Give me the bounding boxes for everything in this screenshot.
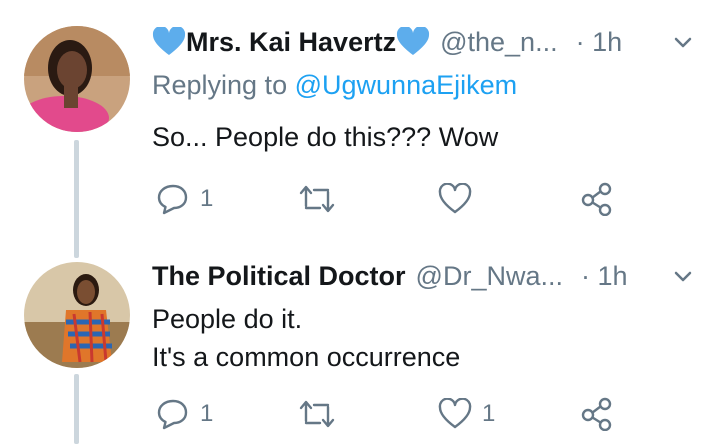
user-handle[interactable]: @Dr_Nwa... bbox=[416, 261, 563, 292]
timestamp[interactable]: · 1h bbox=[581, 261, 628, 292]
like-count: 1 bbox=[482, 400, 496, 427]
tweet-actions: 1 bbox=[152, 179, 622, 219]
share-button[interactable] bbox=[580, 179, 614, 219]
heart-icon bbox=[438, 398, 472, 429]
chevron-down-icon[interactable] bbox=[672, 266, 694, 293]
thread-line bbox=[74, 374, 79, 444]
display-name[interactable]: Mrs. Kai Havertz bbox=[152, 27, 430, 58]
blue-heart-icon bbox=[152, 27, 186, 55]
timestamp[interactable]: · 1h bbox=[576, 27, 623, 58]
tweet-header: Mrs. Kai Havertz @the_n... · 1h bbox=[152, 22, 700, 62]
reply-icon bbox=[157, 184, 188, 215]
replying-to: Replying to @UgwunnaEjikem bbox=[152, 70, 517, 101]
display-name-text: Mrs. Kai Havertz bbox=[186, 26, 397, 57]
thread-line bbox=[74, 140, 79, 258]
tweet-text: People do it. It's a common occurrence bbox=[152, 300, 460, 376]
reply-button[interactable]: 1 bbox=[156, 179, 213, 219]
tweet-header: The Political Doctor @Dr_Nwa... · 1h bbox=[152, 256, 700, 296]
blue-heart-icon bbox=[397, 27, 430, 55]
retweet-icon bbox=[299, 185, 335, 213]
avatar[interactable] bbox=[24, 26, 130, 132]
mention-link[interactable]: @UgwunnaEjikem bbox=[295, 70, 518, 100]
tweet-text: So... People do this??? Wow bbox=[152, 118, 498, 156]
tweet-1[interactable]: Mrs. Kai Havertz @the_n... · 1h Replying… bbox=[0, 0, 720, 258]
retweet-icon bbox=[299, 400, 335, 428]
avatar[interactable] bbox=[24, 262, 130, 368]
tweet-text-line: People do it. bbox=[152, 304, 303, 334]
reply-icon bbox=[157, 399, 188, 430]
chevron-down-icon[interactable] bbox=[672, 32, 694, 59]
tweet-text-line: So... People do this??? Wow bbox=[152, 122, 499, 152]
like-button[interactable]: 1 bbox=[438, 394, 495, 434]
replying-to-label: Replying to bbox=[152, 70, 288, 100]
share-button[interactable] bbox=[580, 394, 614, 434]
retweet-button[interactable] bbox=[298, 394, 346, 434]
reply-count: 1 bbox=[200, 400, 214, 427]
tweet-actions: 1 1 bbox=[152, 394, 622, 434]
retweet-button[interactable] bbox=[298, 179, 346, 219]
tweet-text-line: It's a common occurrence bbox=[152, 342, 461, 372]
tweet-2[interactable]: The Political Doctor @Dr_Nwa... · 1h Peo… bbox=[0, 252, 720, 444]
user-handle[interactable]: @the_n... bbox=[440, 27, 557, 58]
display-name[interactable]: The Political Doctor bbox=[152, 261, 406, 292]
share-icon bbox=[581, 397, 612, 431]
reply-button[interactable]: 1 bbox=[156, 394, 213, 434]
reply-count: 1 bbox=[200, 185, 214, 212]
share-icon bbox=[581, 182, 612, 216]
like-button[interactable] bbox=[438, 179, 482, 219]
heart-icon bbox=[438, 183, 472, 214]
